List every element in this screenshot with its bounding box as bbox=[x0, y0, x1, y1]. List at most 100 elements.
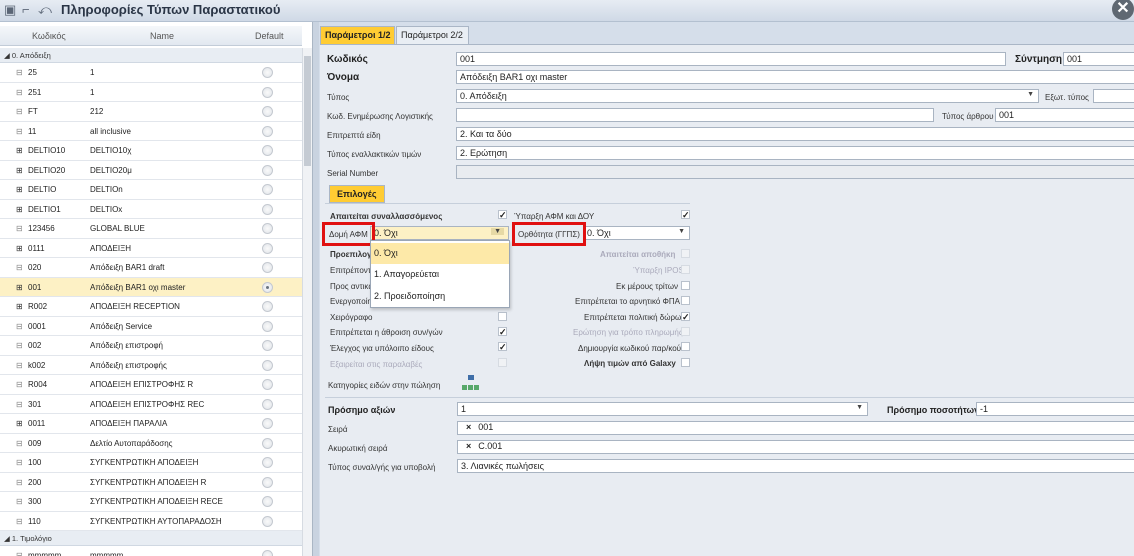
tab-parameters-2[interactable]: Παράμετροι 2/2 bbox=[396, 26, 469, 44]
expand-icon[interactable]: ⊟ bbox=[16, 88, 23, 97]
create-code-checkbox[interactable] bbox=[681, 342, 690, 351]
collapse-icon[interactable]: ◢ bbox=[4, 51, 12, 60]
default-radio[interactable] bbox=[262, 164, 273, 176]
default-radio[interactable] bbox=[262, 340, 273, 351]
name-field[interactable]: Απόδειξη BAR1 οχι master bbox=[456, 70, 1134, 84]
default-radio[interactable] bbox=[262, 379, 273, 390]
expand-icon[interactable]: ⊞ bbox=[16, 146, 23, 155]
expand-icon[interactable]: ⊟ bbox=[16, 361, 23, 370]
default-radio[interactable] bbox=[262, 550, 273, 556]
dropdown-arrow-icon[interactable]: ▼ bbox=[491, 228, 504, 235]
default-radio[interactable] bbox=[262, 125, 273, 137]
tab-parameters-1[interactable]: Παράμετροι 1/2 bbox=[320, 26, 395, 44]
expand-icon[interactable]: ⊞ bbox=[16, 185, 23, 194]
third-party-checkbox[interactable] bbox=[681, 281, 690, 290]
default-radio[interactable] bbox=[262, 496, 273, 507]
expand-icon[interactable]: ⊟ bbox=[16, 458, 23, 467]
expand-icon[interactable]: ⊟ bbox=[16, 341, 23, 350]
table-row[interactable]: ⊞ 001 Απόδειξη BAR1 οχι master bbox=[0, 277, 302, 297]
table-row[interactable]: ⊟ k002 Απόδειξη επιστροφής bbox=[0, 355, 302, 375]
table-row[interactable]: ⊟ mmmmm mmmmm bbox=[0, 546, 302, 556]
series-field[interactable] bbox=[457, 421, 1134, 435]
table-row[interactable]: ⊟ 25 1 bbox=[0, 63, 302, 83]
quantity-sign-field[interactable]: -1 bbox=[976, 402, 1134, 416]
vat-structure-select[interactable]: 0. Όχι ▼ bbox=[370, 226, 509, 240]
default-radio[interactable] bbox=[262, 437, 273, 449]
table-row[interactable]: ⊞ R002 ΑΠΟΔΕΙΞΗ RECEPTION bbox=[0, 297, 302, 317]
expand-icon[interactable]: ⊞ bbox=[16, 166, 23, 175]
column-header-code[interactable]: Κωδικός bbox=[32, 31, 66, 41]
table-row[interactable]: ⊟ 123456 GLOBAL BLUE bbox=[0, 219, 302, 239]
remove-icon[interactable]: × bbox=[466, 422, 471, 432]
dropdown-arrow-icon[interactable]: ▼ bbox=[678, 228, 685, 235]
default-radio[interactable] bbox=[262, 457, 273, 468]
table-row[interactable]: ⊟ 100 ΣΥΓΚΕΝΤΡΩΤΙΚΗ ΑΠΟΔΕΙΞΗ bbox=[0, 453, 302, 473]
payment-question-checkbox[interactable] bbox=[681, 327, 690, 336]
default-radio[interactable] bbox=[262, 223, 273, 234]
default-radio[interactable] bbox=[262, 203, 273, 215]
default-radio[interactable] bbox=[262, 515, 273, 527]
default-radio[interactable] bbox=[262, 418, 273, 429]
default-radio[interactable] bbox=[262, 67, 273, 78]
expand-icon[interactable]: ⊟ bbox=[16, 439, 23, 448]
expand-icon[interactable]: ⊟ bbox=[16, 224, 23, 233]
expand-icon[interactable]: ⊞ bbox=[16, 419, 23, 428]
expand-icon[interactable]: ⊟ bbox=[16, 551, 23, 556]
default-radio[interactable] bbox=[262, 301, 273, 312]
expand-icon[interactable]: ⊟ bbox=[16, 68, 23, 77]
default-radio[interactable] bbox=[262, 145, 273, 156]
table-row[interactable]: ⊟ R004 ΑΠΟΔΕΙΞΗ ΕΠΙΣΤΡΟΦΗΣ R bbox=[0, 375, 302, 395]
table-row[interactable]: ⊞ DELTIO DELTIOn bbox=[0, 180, 302, 200]
cancel-series-chip[interactable]: × C.001 bbox=[460, 440, 508, 454]
expand-icon[interactable]: ⊟ bbox=[16, 107, 23, 116]
code-field[interactable]: 001 bbox=[456, 52, 1006, 66]
expand-icon[interactable]: ⊞ bbox=[16, 205, 23, 214]
expand-icon[interactable]: ⊟ bbox=[16, 497, 23, 506]
vat-exists-checkbox[interactable]: ✓ bbox=[681, 210, 690, 220]
save-icon[interactable]: ▣ bbox=[4, 2, 16, 18]
handwritten-checkbox[interactable] bbox=[498, 312, 507, 321]
default-radio[interactable] bbox=[262, 106, 273, 117]
dropdown-option[interactable]: 1. Απαγορεύεται bbox=[371, 264, 509, 285]
table-row[interactable]: ⊞ 0111 ΑΠΟΔΕΙΞΗ bbox=[0, 238, 302, 258]
table-row[interactable]: ⊟ 110 ΣΥΓΚΕΝΤΡΩΤΙΚΗ ΑΥΤΟΠΑΡΑΔΟΣΗ bbox=[0, 511, 302, 531]
serial-number-field[interactable] bbox=[456, 165, 1134, 179]
table-row[interactable]: ⊟ FT 212 bbox=[0, 102, 302, 122]
ipos-checkbox[interactable] bbox=[681, 265, 690, 274]
grid-scrollbar[interactable] bbox=[302, 48, 312, 556]
allowed-items-field[interactable]: 2. Και τα δύο bbox=[456, 127, 1134, 141]
short-name-field[interactable]: 001 bbox=[1063, 52, 1134, 66]
aggregation-checkbox[interactable]: ✓ bbox=[498, 327, 507, 337]
dropdown-option[interactable]: 0. Όχι bbox=[371, 243, 509, 264]
table-row[interactable]: ⊟ 301 ΑΠΟΔΕΙΞΗ ΕΠΙΣΤΡΟΦΗΣ REC bbox=[0, 394, 302, 414]
expand-icon[interactable]: ⊞ bbox=[16, 283, 23, 292]
default-radio[interactable] bbox=[262, 184, 273, 195]
value-sign-select[interactable]: 1 ▼ bbox=[457, 402, 868, 416]
excluded-checkbox[interactable] bbox=[498, 358, 507, 367]
splitter-handle[interactable] bbox=[313, 22, 319, 556]
transaction-type-field[interactable]: 3. Λιανικές πωλήσεις bbox=[457, 459, 1134, 473]
galaxy-prices-checkbox[interactable] bbox=[681, 358, 690, 367]
default-radio[interactable] bbox=[262, 86, 273, 98]
table-row[interactable]: ⊟ 020 Απόδειξη BAR1 draft bbox=[0, 258, 302, 278]
warehouse-required-checkbox[interactable] bbox=[681, 249, 690, 258]
negative-vat-checkbox[interactable] bbox=[681, 296, 690, 305]
default-radio[interactable] bbox=[262, 262, 273, 273]
table-row[interactable]: ⊞ DELTIO20 DELTIO20μ bbox=[0, 160, 302, 180]
expand-icon[interactable]: ⊟ bbox=[16, 517, 23, 526]
balance-check-checkbox[interactable]: ✓ bbox=[498, 342, 507, 352]
table-row[interactable]: ⊟ 251 1 bbox=[0, 82, 302, 102]
dropdown-arrow-icon[interactable]: ▼ bbox=[1027, 91, 1034, 98]
table-row[interactable]: ⊟ 0001 Απόδειξη Service bbox=[0, 316, 302, 336]
dropdown-option[interactable]: 2. Προειδοποίηση bbox=[371, 286, 509, 307]
accounting-code-field[interactable] bbox=[456, 108, 934, 122]
expand-icon[interactable]: ⊟ bbox=[16, 127, 23, 136]
expand-icon[interactable]: ⊟ bbox=[16, 263, 23, 272]
gift-policy-checkbox[interactable]: ✓ bbox=[681, 312, 690, 322]
default-radio[interactable] bbox=[262, 359, 273, 371]
default-radio[interactable] bbox=[262, 242, 273, 254]
group-row-invoice[interactable]: ◢ 1. Τιμολόγιο bbox=[0, 531, 302, 546]
group-row-receipt[interactable]: ◢ 0. Απόδειξη bbox=[0, 48, 302, 63]
table-row[interactable]: ⊟ 009 Δελτίο Αυτοπαράδοσης bbox=[0, 433, 302, 453]
dropdown-arrow-icon[interactable]: ▼ bbox=[856, 404, 863, 411]
